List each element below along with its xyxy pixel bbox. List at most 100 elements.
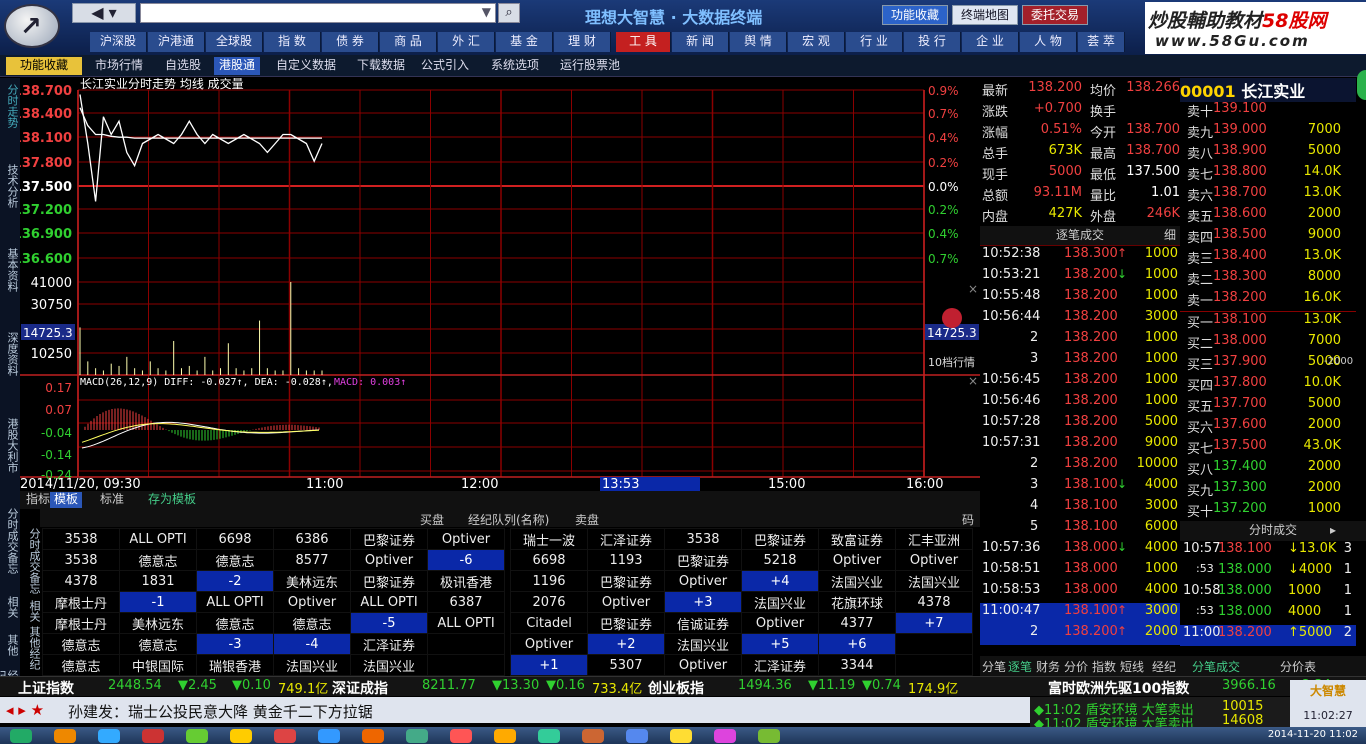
bid-row[interactable]: 买一 138.100 13.0K [1183,312,1343,333]
back-button[interactable]: ◀ ▾ [72,3,136,23]
ticker-name[interactable]: 富时欧洲先驱100指数 [1048,678,1189,698]
search-icon[interactable]: ⌕ [498,3,520,23]
ticker-name[interactable]: 上证指数 [18,678,74,698]
taskbar-app-icon[interactable] [626,729,648,743]
trade-row[interactable]: 10:57:28 138.200 5000 [980,414,1180,435]
right-tab-2[interactable]: 分价表 [1280,658,1316,675]
indicator-tab[interactable]: 模板 [50,492,83,508]
submenu-item[interactable]: 功能收藏 [6,57,82,75]
news-arrow-icon[interactable]: ◂ ▸ ★ [6,701,44,719]
trade-row[interactable]: 10:56:45 138.200 1000 [980,372,1180,393]
ask-row[interactable]: 卖一 138.200 16.0K [1183,290,1343,311]
submenu-item[interactable]: 自选股 [156,57,210,75]
menu-item[interactable]: 荟 萃 [1078,32,1125,52]
timesale-row[interactable]: 10:57 138.100 ↓13.0K 3 [1180,541,1356,562]
trade-row[interactable]: 2 138.200 10000 [980,456,1180,477]
menu-item[interactable]: 债 券 [322,32,379,52]
submenu-item[interactable]: 港股通 [214,57,260,75]
side-tab[interactable]: 港股大利市 [2,418,19,473]
taskbar-app-icon[interactable] [274,729,296,743]
trade-row[interactable]: 10:53:21 138.200 ↓ 1000 [980,267,1180,288]
terminal-map-button[interactable]: 终端地图 [952,5,1018,25]
side-tab[interactable]: 深度资料 [2,332,19,376]
taskbar-app-icon[interactable] [670,729,692,743]
intraday-chart[interactable]: 长江实业分时走势 均线 成交量 138.700 138.400 138.100 137.… [20,78,980,491]
menu-item[interactable]: 行 业 [846,32,903,52]
ask-row[interactable]: 卖六 138.700 13.0K [1183,185,1343,206]
trade-row[interactable]: 5 138.100 6000 [980,519,1180,540]
bid-row[interactable]: 买二 138.000 7000 [1183,333,1343,354]
right-tab[interactable]: 逐笔 [1008,658,1032,675]
trade-row[interactable]: 2 138.200 ↑ 2000 [980,624,1180,645]
trade-row[interactable]: 3 138.200 1000 [980,351,1180,372]
ask-row[interactable]: 卖二 138.300 8000 [1183,269,1343,290]
chevron-right-icon[interactable]: ▸ [1330,521,1336,540]
ten-level-icon[interactable] [942,308,962,328]
news-text[interactable]: 孙建发：瑞士公投民意大降 黄金千二下方拉锯 [68,701,373,722]
ten-level-label[interactable]: 10档行情 [928,355,975,369]
ask-row[interactable]: 卖七 138.800 14.0K [1183,164,1343,185]
chart-svg[interactable]: 长江实业分时走势 均线 成交量 138.700 138.400 138.100 137.… [20,78,980,491]
side-tab[interactable]: 相关 [2,596,19,618]
menu-item[interactable]: 理 财 [554,32,611,52]
trade-row[interactable]: 2 138.200 1000 [980,330,1180,351]
submenu-item[interactable]: 系统选项 [482,57,548,75]
bid-row[interactable]: 买四 137.800 10.0K [1183,375,1343,396]
menu-item[interactable]: 新 闻 [672,32,729,52]
taskbar-app-icon[interactable] [142,729,164,743]
taskbar-app-icon[interactable] [758,729,780,743]
ask-row[interactable]: 卖四 138.500 9000 [1183,227,1343,248]
taskbar-app-icon[interactable] [714,729,736,743]
queue-side-tab[interactable]: 分时成交 [20,528,41,572]
taskbar-app-icon[interactable] [186,729,208,743]
side-tab[interactable]: 分时走势 [2,84,19,128]
menu-item[interactable]: 投 行 [904,32,961,52]
ask-row[interactable]: 卖八 138.900 5000 [1183,143,1343,164]
bid-row[interactable]: 买八 137.400 2000 [1183,459,1343,480]
ask-row[interactable]: 卖五 138.600 2000 [1183,206,1343,227]
trade-row[interactable]: 11:00:47 138.100 ↑ 3000 [980,603,1180,624]
taskbar-app-icon[interactable] [98,729,120,743]
taskbar-app-icon[interactable] [538,729,560,743]
queue-side-tab[interactable]: 备忘 [20,572,41,594]
trade-row[interactable]: 10:58:51 138.000 1000 [980,561,1180,582]
submenu-item[interactable]: 运行股票池 [552,57,628,75]
queue-side-tab[interactable]: 其他 [20,626,41,648]
trade-row[interactable]: 4 138.100 3000 [980,498,1180,519]
taskbar-app-icon[interactable] [582,729,604,743]
right-tab[interactable]: 分价 [1064,658,1088,675]
taskbar-app-icon[interactable] [362,729,384,743]
side-tab[interactable]: 分时成交 [2,508,19,552]
right-tab-2[interactable]: 分笔成交 [1192,658,1240,675]
taskbar-app-icon[interactable] [10,729,32,743]
ask-row[interactable]: 卖九 139.000 7000 [1183,122,1343,143]
trade-row[interactable]: 10:56:44 138.200 3000 [980,309,1180,330]
trades-detail[interactable]: 细 [1164,226,1176,245]
search-input[interactable]: ▼ [140,3,496,23]
timesale-row[interactable]: :53 138.000 4000 1 [1180,604,1356,625]
side-tab[interactable]: 基本资料 [2,248,19,292]
trade-button[interactable]: 委托交易 [1022,5,1088,25]
trade-row[interactable]: 10:55:48 138.200 1000 [980,288,1180,309]
bid-row[interactable]: 买六 137.600 2000 [1183,417,1343,438]
trade-row[interactable]: 10:52:38 138.300 ↑ 1000 [980,246,1180,267]
menu-item[interactable]: 全球股 [206,32,263,52]
right-tab[interactable]: 短线 [1120,658,1144,675]
trade-row[interactable]: 3 138.100 ↓ 4000 [980,477,1180,498]
submenu-item[interactable]: 自定义数据 [268,57,344,75]
menu-item[interactable]: 商 品 [380,32,437,52]
side-tab[interactable]: 技术分析 [2,164,19,208]
close-icon[interactable]: × [968,374,978,388]
taskbar-app-icon[interactable] [54,729,76,743]
bid-row[interactable]: 买三 137.900 5000 [1183,354,1343,375]
timesale-row[interactable]: 10:58 138.000 1000 1 [1180,583,1356,604]
chevron-down-icon[interactable]: ▼ [482,5,491,19]
taskbar-app-icon[interactable] [450,729,472,743]
taskbar-app-icon[interactable] [230,729,252,743]
ask-row[interactable]: 卖三 138.400 13.0K [1183,248,1343,269]
submenu-item[interactable]: 下载数据 [348,57,414,75]
ticker-name[interactable]: 深证成指 [332,678,388,698]
timesale-row[interactable]: :53 138.000 ↓4000 1 [1180,562,1356,583]
bid-row[interactable]: 买十 137.200 1000 [1183,501,1343,522]
bid-row[interactable]: 买九 137.300 2000 [1183,480,1343,501]
